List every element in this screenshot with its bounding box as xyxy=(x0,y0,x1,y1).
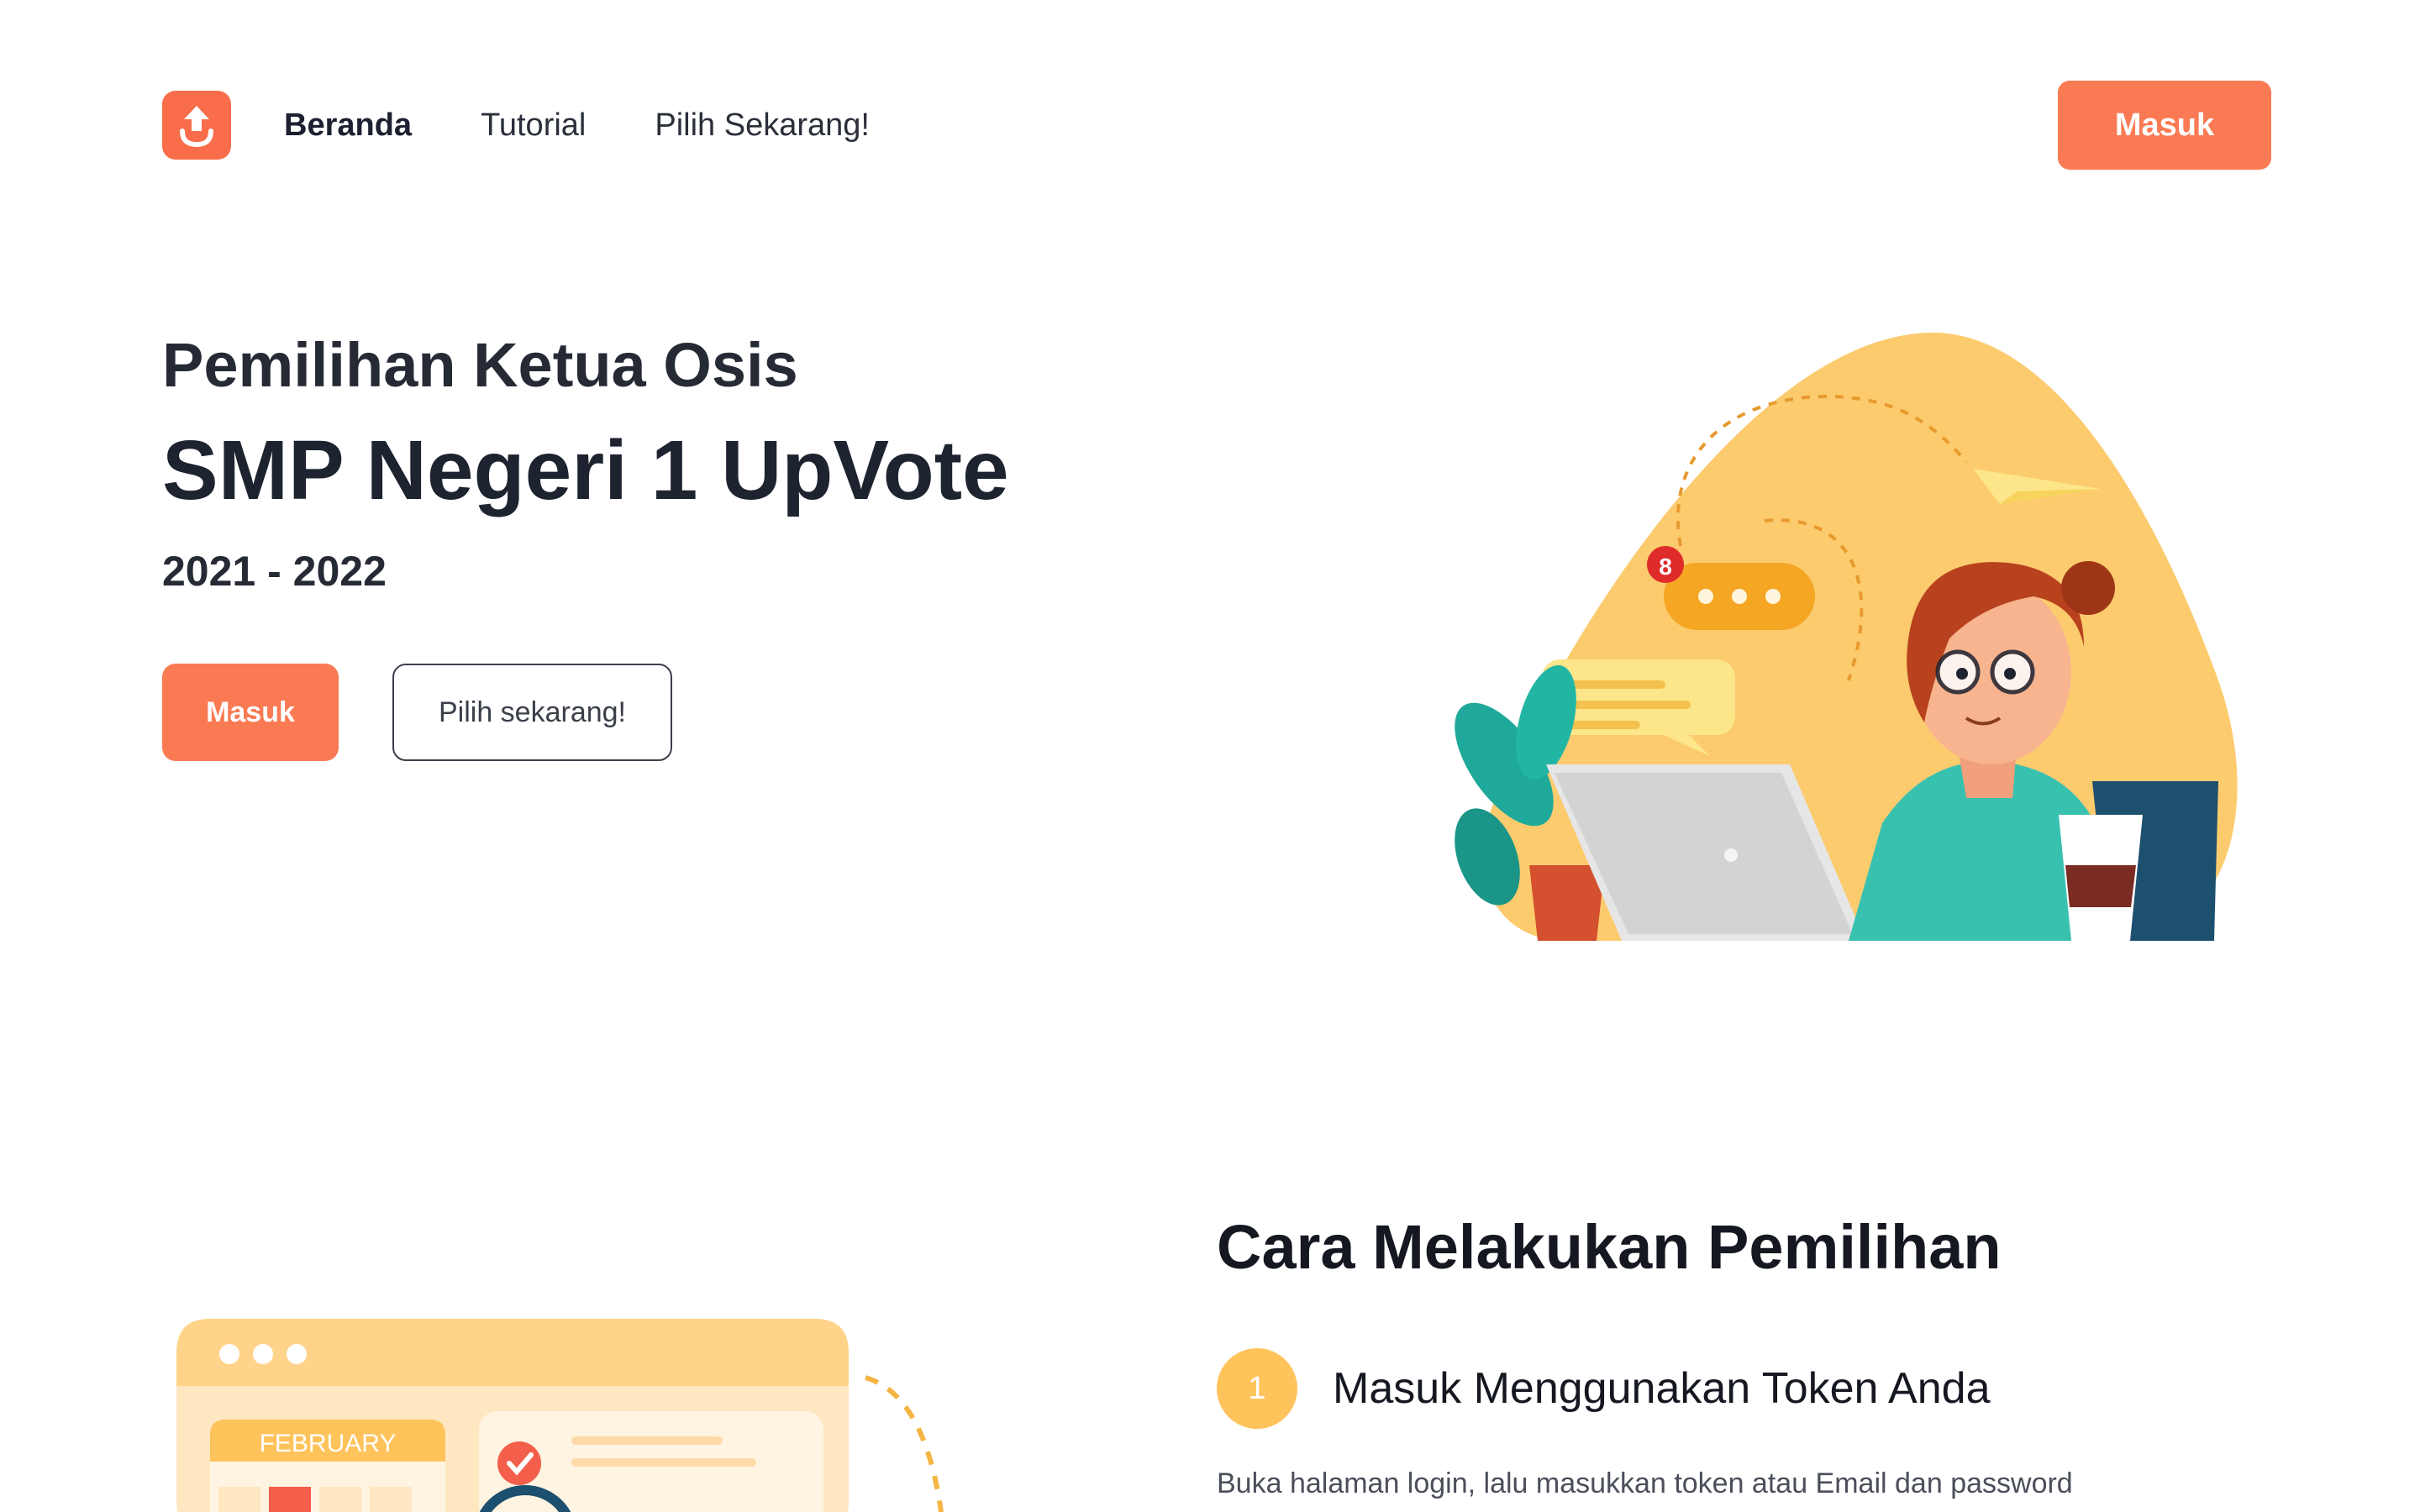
calendar-month-label: FEBRUARY xyxy=(260,1430,397,1457)
window-dot-icon xyxy=(219,1344,239,1364)
window-dot-icon xyxy=(253,1344,273,1364)
navbar: Beranda Tutorial Pilih Sekarang! Masuk xyxy=(162,81,2271,171)
step-title: Masuk Menggunakan Token Anda xyxy=(1333,1364,1991,1413)
chat-bubble-typing-icon xyxy=(1664,563,1815,630)
step-description: Buka halaman login, lalu masukkan token … xyxy=(1217,1467,2073,1499)
notification-badge: 8 xyxy=(1647,546,1684,583)
tutorial-illustration: FEBRUARY xyxy=(176,1319,944,1512)
dashed-connector-icon xyxy=(865,1375,944,1512)
nav-login-button[interactable]: Masuk xyxy=(2058,81,2271,170)
nav-link-tutorial[interactable]: Tutorial xyxy=(481,104,586,146)
hero-subtitle: Pemilihan Ketua Osis xyxy=(162,330,798,400)
landing-page: Beranda Tutorial Pilih Sekarang! Masuk P… xyxy=(0,0,2420,1512)
hero-login-button[interactable]: Masuk xyxy=(162,664,339,761)
hero-title: SMP Negeri 1 UpVote xyxy=(162,423,1009,517)
step-item: 1 Masuk Menggunakan Token Anda xyxy=(1217,1348,2309,1429)
nav-links: Beranda Tutorial Pilih Sekarang! xyxy=(284,104,870,146)
step-number-badge: 1 xyxy=(1217,1348,1297,1429)
tutorial-steps-section: Cara Melakukan Pemilihan 1 Masuk Menggun… xyxy=(1217,1205,2309,1504)
tutorial-title: Cara Melakukan Pemilihan xyxy=(1217,1212,2002,1282)
nav-link-beranda[interactable]: Beranda xyxy=(284,104,412,146)
hero-buttons: Masuk Pilih sekarang! xyxy=(162,664,672,761)
nav-link-pilih-sekarang[interactable]: Pilih Sekarang! xyxy=(655,104,870,146)
hero-illustration: 8 xyxy=(1455,333,2238,941)
hero-vote-now-button[interactable]: Pilih sekarang! xyxy=(392,664,672,761)
upvote-logo-icon[interactable] xyxy=(162,91,231,160)
notification-count: 8 xyxy=(1659,554,1672,580)
window-dot-icon xyxy=(287,1344,307,1364)
hero-year: 2021 - 2022 xyxy=(162,548,387,595)
hero-section: Pemilihan Ketua Osis SMP Negeri 1 UpVote… xyxy=(162,323,1009,601)
check-circle-icon xyxy=(497,1441,541,1485)
